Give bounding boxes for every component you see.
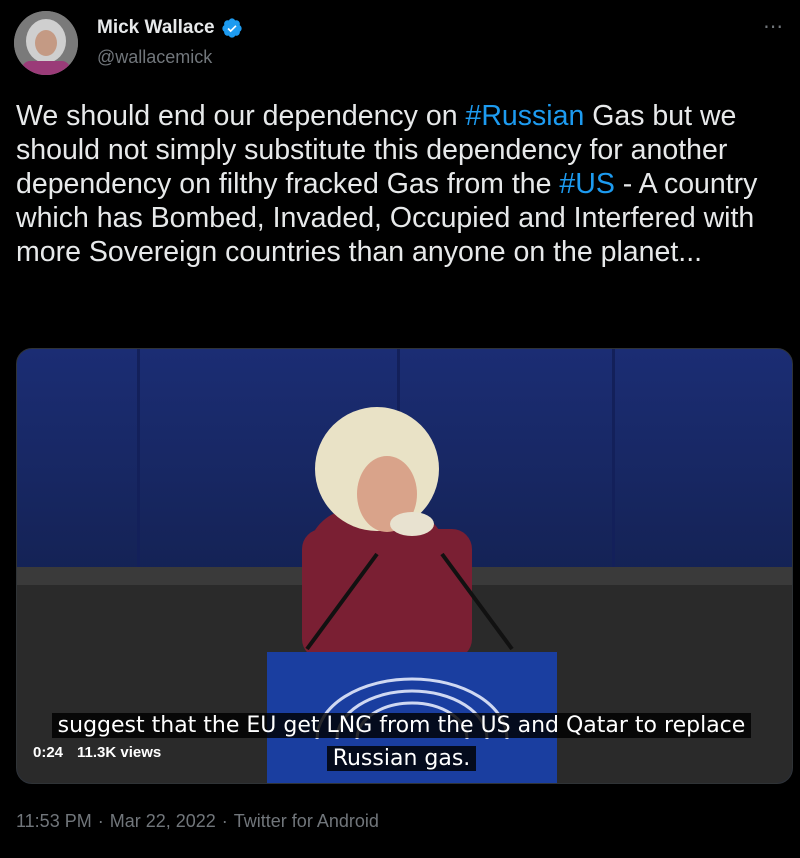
author-handle[interactable]: @wallacemick [97, 47, 212, 68]
caption-line-1: suggest that the EU get LNG from the US … [51, 713, 752, 738]
tweet-metadata: 11:53 PM · Mar 22, 2022 · Twitter for Androi… [16, 811, 379, 832]
separator-dot: · [97, 811, 104, 831]
video-stats: 0:24 11.3K views [33, 744, 161, 761]
hashtag-us[interactable]: #US [559, 168, 614, 200]
more-options-icon[interactable]: ⋯ [763, 14, 784, 39]
tweet-text-segment: We should end our dependency on [16, 100, 466, 132]
avatar-image [14, 11, 78, 75]
verified-badge-icon [221, 18, 242, 38]
separator-dot: · [221, 811, 228, 831]
tweet-text: We should end our dependency on #Russian… [16, 99, 791, 269]
tweet-date[interactable]: Mar 22, 2022 [110, 811, 216, 831]
tweet-client[interactable]: Twitter for Android [234, 811, 379, 831]
avatar[interactable] [14, 11, 78, 75]
author-name-text: Mick Wallace [97, 17, 215, 38]
hashtag-russian[interactable]: #Russian [465, 100, 584, 132]
video-duration: 0:24 [33, 744, 64, 761]
video-views: 11.3K views [77, 744, 162, 761]
video-caption: suggest that the EU get LNG from the US … [30, 709, 773, 775]
author-name[interactable]: Mick Wallace [97, 17, 243, 39]
caption-line-2: Russian gas. [326, 746, 477, 771]
tweet-time[interactable]: 11:53 PM [16, 811, 92, 831]
